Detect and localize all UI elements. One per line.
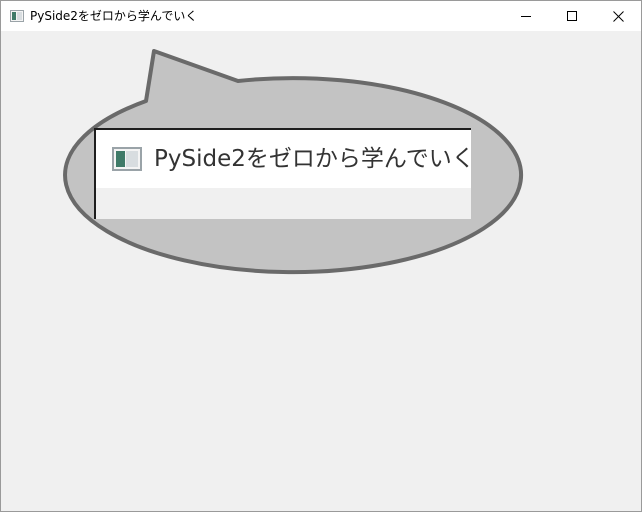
minimize-button[interactable]	[503, 1, 549, 31]
window-title: PySide2をゼロから学んでいく	[30, 9, 198, 23]
minimize-icon	[521, 16, 531, 17]
maximize-icon	[567, 11, 577, 21]
title-bar[interactable]: PySide2をゼロから学んでいく	[1, 1, 641, 31]
close-button[interactable]	[595, 1, 641, 31]
app-window: PySide2をゼロから学んでいく PySide2をゼロから学んでいく	[0, 0, 642, 512]
client-area: PySide2をゼロから学んでいく	[1, 31, 641, 511]
maximize-button[interactable]	[549, 1, 595, 31]
speech-bubble-callout	[63, 49, 524, 275]
zoomed-window-preview: PySide2をゼロから学んでいく	[94, 128, 471, 219]
zoomed-title-bar: PySide2をゼロから学んでいく	[96, 130, 471, 188]
close-icon	[612, 10, 624, 22]
zoomed-window-title: PySide2をゼロから学んでいく	[154, 146, 471, 172]
app-window-icon	[10, 10, 24, 22]
zoomed-app-window-icon	[112, 147, 142, 171]
